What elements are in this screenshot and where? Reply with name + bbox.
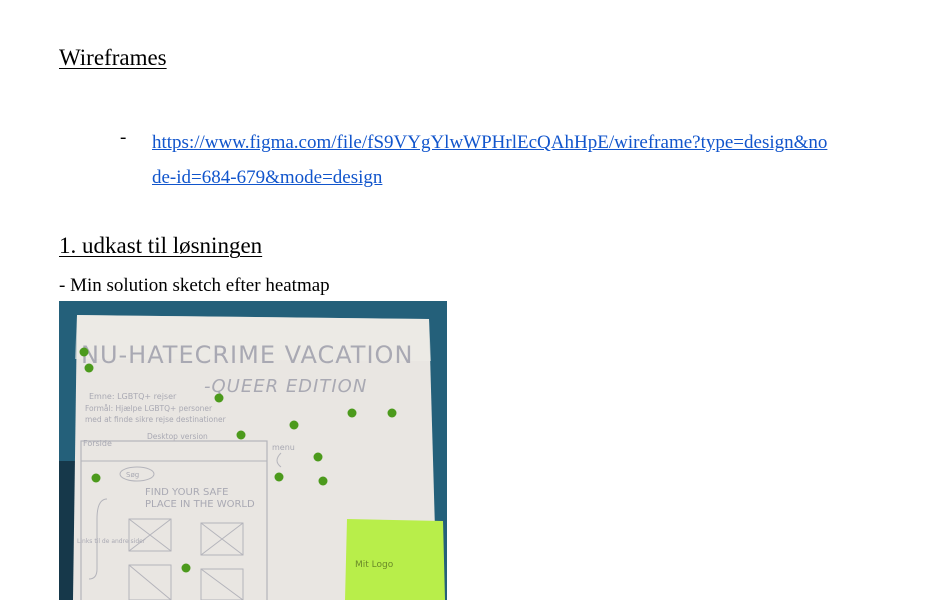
sketch-forside-label: Forside	[83, 439, 112, 448]
heatmap-dot	[313, 452, 323, 462]
sketch-menu-label: menu	[272, 443, 295, 452]
wireframes-heading: Wireframes	[59, 45, 167, 70]
sketch-note-topic: Emne: LGBTQ+ rejser	[89, 392, 177, 401]
list-bullet: -	[120, 127, 127, 148]
sketch-headline-2: PLACE IN THE WORLD	[145, 499, 255, 510]
figma-link-line-2[interactable]: de-id=684-679&mode=design	[152, 160, 912, 195]
solution-sketch-photo: NU-HATECRIME VACATION -QUEER EDITION Emn…	[59, 301, 447, 600]
sketch-image: NU-HATECRIME VACATION -QUEER EDITION Emn…	[59, 301, 447, 600]
heatmap-dot	[236, 430, 246, 440]
heatmap-dot	[274, 472, 284, 482]
sketch-subtitle: -QUEER EDITION	[204, 376, 367, 397]
heatmap-dot	[91, 473, 101, 483]
heatmap-dot	[347, 408, 357, 418]
sketch-note-purpose-2: med at finde sikre rejse destinationer	[85, 415, 227, 424]
sketch-title: NU-HATECRIME VACATION	[81, 341, 413, 369]
heatmap-dot	[289, 420, 299, 430]
heatmap-dot	[318, 476, 328, 486]
draft-heading: 1. udkast til løsningen	[59, 233, 263, 258]
heatmap-dot	[84, 363, 94, 373]
sketch-search-label: Søg	[126, 471, 139, 479]
heatmap-dot	[79, 347, 89, 357]
heatmap-dot	[387, 408, 397, 418]
draft-subtitle: - Min solution sketch efter heatmap	[59, 275, 330, 296]
sketch-side-label: Links til de andre sider	[77, 538, 146, 545]
figma-wireframe-link[interactable]: https://www.figma.com/file/fS9VYgYlwWPHr…	[152, 125, 912, 195]
heatmap-dot	[214, 393, 224, 403]
sketch-note-purpose: Formål: Hjælpe LGBTQ+ personer	[85, 404, 213, 413]
sketch-desktop-label: Desktop version	[147, 432, 208, 441]
sketch-headline-1: FIND YOUR SAFE	[145, 487, 228, 498]
heatmap-dot	[181, 563, 191, 573]
sticky-note-text: Mit Logo	[355, 560, 394, 570]
figma-link-line-1[interactable]: https://www.figma.com/file/fS9VYgYlwWPHr…	[152, 125, 912, 160]
